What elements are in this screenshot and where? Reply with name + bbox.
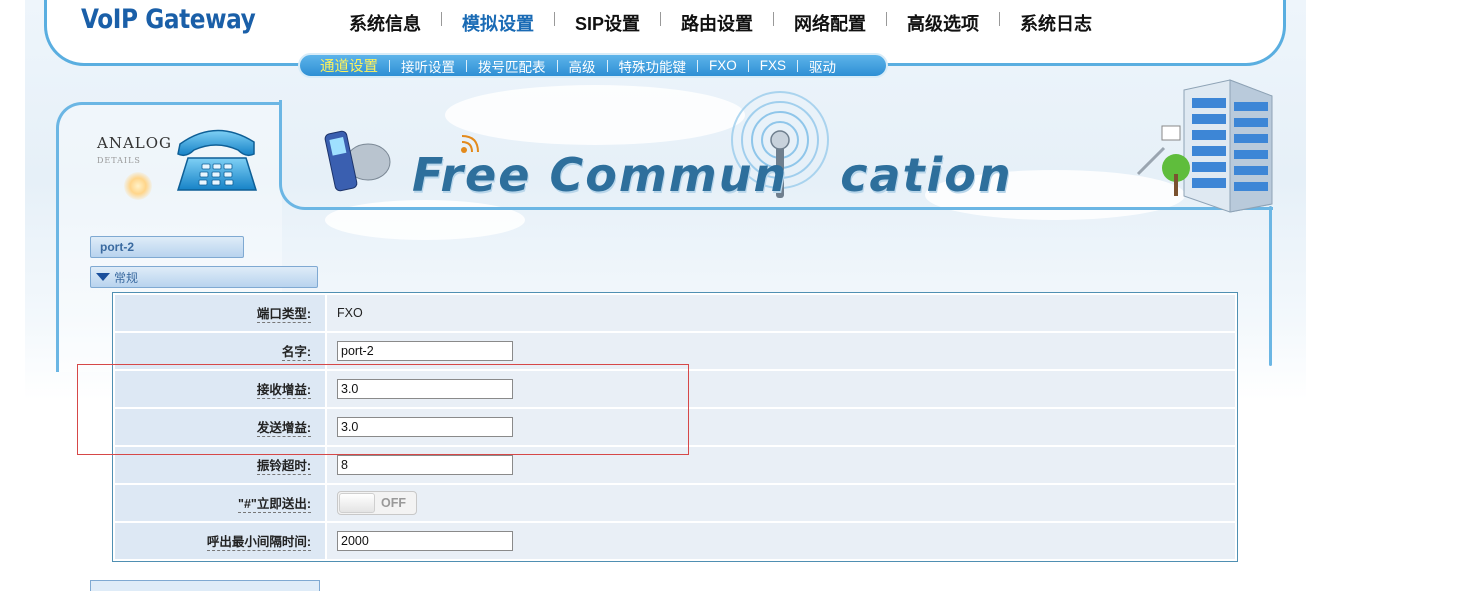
subnav-driver[interactable]: 驱动 [809,56,836,76]
banner-slogan: Free Commun cation [412,148,1013,202]
table-row: 呼出最小间隔时间: [115,523,1235,559]
toggle-state-label: OFF [381,496,406,510]
subnav-separator [606,59,608,72]
subnav-feature-keys[interactable]: 特殊功能键 [619,56,687,76]
settings-table: 端口类型: FXO 名字: 接收增益: 发送增益: 振铃超时: "#"立即送出:… [112,292,1238,562]
nav-advanced-options[interactable]: 高级选项 [907,10,979,36]
banner-slogan-part2: cation [840,148,1013,202]
telephone-icon [176,129,258,191]
nav-analog-settings[interactable]: 模拟设置 [462,10,534,36]
nav-separator [886,12,888,26]
mobile-phone-icon [324,130,391,192]
table-row: 名字: [115,333,1235,369]
frame-right-border [1269,206,1272,366]
nav-system-log[interactable]: 系统日志 [1020,10,1092,36]
hash-send-label: "#"立即送出: [238,493,311,513]
subnav-fxs[interactable]: FXS [760,58,786,73]
collapse-triangle-icon [96,273,110,281]
nav-route-settings[interactable]: 路由设置 [681,10,753,36]
tx-gain-input[interactable] [337,417,513,437]
subnav-separator [697,59,698,72]
nav-separator [441,12,442,26]
table-row: 振铃超时: [115,447,1235,483]
nav-separator [660,12,662,26]
subnav-dial-match-table[interactable]: 拨号匹配表 [478,56,546,76]
port-section-label: port-2 [100,240,134,254]
port-type-label: 端口类型: [256,303,311,323]
table-row: 端口类型: FXO [115,295,1235,331]
nav-network-config[interactable]: 网络配置 [794,10,866,36]
subnav-separator [466,59,467,72]
glow-decoration [124,172,152,200]
subnav-separator [797,59,799,72]
subnav-separator [389,59,390,72]
rx-gain-label: 接收增益: [256,379,311,399]
sub-nav: 通道设置 接听设置 拨号匹配表 高级 特殊功能键 FXO FXS 驱动 [298,53,888,78]
analog-title: ANALOG [97,134,173,152]
subnav-fxo[interactable]: FXO [709,58,737,73]
subnav-answer-settings[interactable]: 接听设置 [401,56,455,76]
next-section-header[interactable] [90,580,320,591]
ring-timeout-label: 振铃超时: [256,455,311,475]
ring-timeout-input[interactable] [337,455,513,475]
nav-sip-settings[interactable]: SIP设置 [575,10,640,36]
nav-separator [773,12,775,26]
name-input[interactable] [337,341,513,361]
hash-send-toggle[interactable]: OFF [337,491,417,515]
subnav-channel-settings[interactable]: 通道设置 [320,55,378,76]
nav-separator [554,12,555,26]
table-row: 发送增益: [115,409,1235,445]
min-interval-input[interactable] [337,531,513,551]
nav-separator [999,12,1001,26]
toggle-knob [339,493,375,513]
name-label: 名字: [281,341,311,361]
general-section-header[interactable]: 常规 [90,266,318,288]
port-type-value: FXO [337,306,363,320]
port-section-header[interactable]: port-2 [90,236,244,258]
subnav-separator [556,59,558,72]
main-nav: 系统信息 模拟设置 SIP设置 路由设置 网络配置 高级选项 系统日志 [349,10,1092,36]
table-row: 接收增益: [115,371,1235,407]
rx-gain-input[interactable] [337,379,513,399]
subnav-separator [747,59,749,72]
table-row: "#"立即送出: OFF [115,485,1235,521]
nav-system-info[interactable]: 系统信息 [349,10,421,36]
general-section-label: 常规 [114,270,139,285]
building-icon [1136,79,1273,213]
subnav-advanced[interactable]: 高级 [569,56,596,76]
brand-logo: VoIP Gateway [81,4,256,35]
min-interval-label: 呼出最小间隔时间: [206,531,311,551]
tx-gain-label: 发送增益: [256,417,311,437]
banner-slogan-part1: Free Commun [412,148,789,202]
analog-subtitle: DETAILS [97,156,141,165]
